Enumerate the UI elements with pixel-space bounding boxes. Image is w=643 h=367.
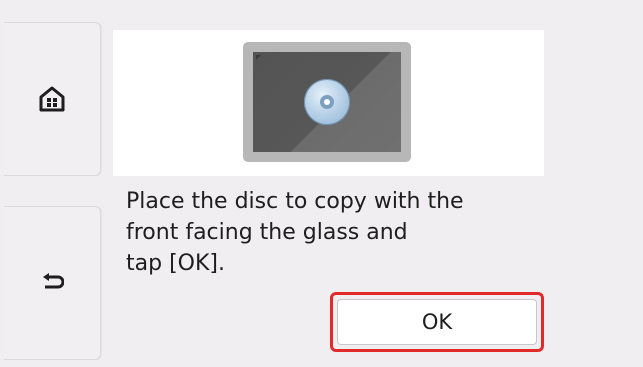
message-line-3: tap [OK].: [126, 251, 225, 276]
preview-panel: [113, 30, 544, 176]
touch-screen: Place the disc to copy with the front fa…: [0, 0, 643, 367]
alignment-mark: [256, 55, 261, 60]
disc-tray-illustration: [243, 42, 411, 162]
message-line-1: Place the disc to copy with the: [126, 189, 464, 214]
disc-icon: [304, 79, 350, 125]
ok-button[interactable]: OK: [337, 299, 537, 345]
back-arrow-icon: [40, 272, 64, 294]
back-button[interactable]: [4, 206, 101, 360]
home-button[interactable]: [4, 22, 101, 176]
instruction-message: Place the disc to copy with the front fa…: [126, 186, 546, 279]
platen-glass: [253, 52, 401, 152]
home-icon: [39, 86, 65, 112]
message-line-2: front facing the glass and: [126, 220, 408, 245]
